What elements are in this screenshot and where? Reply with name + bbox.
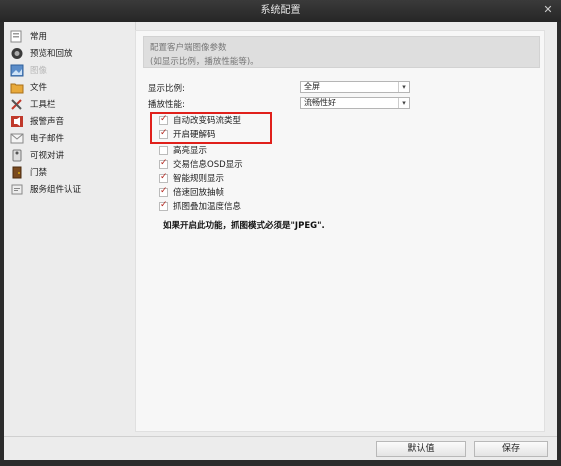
sidebar-item-preview-playback[interactable]: 预览和回放 [9, 45, 131, 61]
display-ratio-value: 全屏 [304, 82, 320, 91]
jpeg-note: 如果开启此功能，抓图模式必须是"JPEG". [163, 221, 325, 231]
title-bar: 系统配置 ✕ [0, 0, 561, 22]
window-title: 系统配置 [260, 5, 301, 16]
sidebar-item-label: 工具栏 [30, 100, 56, 110]
display-ratio-label: 显示比例: [148, 84, 185, 94]
checkbox-box[interactable] [159, 172, 168, 183]
sidebar-item-alarm-sound[interactable]: 报警声音 [9, 113, 131, 129]
access-control-icon [9, 166, 24, 179]
sidebar-item-label: 图像 [30, 66, 48, 76]
sidebar-item-video-intercom[interactable]: 可视对讲 [9, 147, 131, 163]
display-ratio-select[interactable]: 全屏 ▾ [300, 81, 410, 93]
alarm-sound-icon [9, 115, 24, 128]
sidebar-item-email[interactable]: 电子邮件 [9, 130, 131, 146]
checkbox-box[interactable] [159, 186, 168, 197]
video-intercom-icon [9, 149, 24, 162]
image-icon [9, 64, 24, 77]
sidebar-item-label: 可视对讲 [30, 151, 65, 161]
checkbox-label: 智能规则显示 [173, 174, 225, 184]
preview-playback-icon [9, 47, 24, 60]
panel-header: 配置客户端图像参数 (如显示比例，播放性能等)。 [143, 36, 540, 68]
sidebar-item-image[interactable]: 图像 [9, 62, 131, 78]
common-icon [9, 30, 24, 43]
toolbar-icon [9, 98, 24, 111]
sidebar-item-access-control[interactable]: 门禁 [9, 164, 131, 180]
checkbox-label: 抓图叠加温度信息 [173, 202, 242, 212]
checkbox-box[interactable] [159, 200, 168, 211]
checkbox-box[interactable] [159, 158, 168, 169]
sidebar-item-label: 电子邮件 [30, 134, 65, 144]
system-config-window: 系统配置 ✕ 常用 预览和回放 图像 文件 工具栏 报警声音 电子邮件 可视对讲… [0, 0, 561, 466]
sidebar-item-service-auth[interactable]: 服务组件认证 [9, 181, 131, 197]
sidebar-item-common[interactable]: 常用 [9, 28, 131, 44]
highlight-annotation-box [150, 112, 272, 144]
file-icon [9, 81, 24, 94]
close-icon[interactable]: ✕ [541, 3, 555, 17]
checkbox-highlight[interactable]: 高亮显示 [159, 144, 207, 156]
default-button[interactable]: 默认值 [376, 441, 466, 457]
checkbox-speed-frame-skip[interactable]: 倍速回放抽帧 [159, 186, 224, 198]
sidebar: 常用 预览和回放 图像 文件 工具栏 报警声音 电子邮件 可视对讲 门禁 服务组… [4, 26, 132, 430]
checkbox-capture-temperature[interactable]: 抓图叠加温度信息 [159, 200, 241, 212]
save-button[interactable]: 保存 [474, 441, 548, 457]
sidebar-item-label: 文件 [30, 83, 48, 93]
sidebar-item-label: 报警声音 [30, 117, 65, 127]
sidebar-item-file[interactable]: 文件 [9, 79, 131, 95]
checkbox-label: 倍速回放抽帧 [173, 188, 225, 198]
service-auth-icon [9, 183, 24, 196]
checkbox-trade-osd[interactable]: 交易信息OSD显示 [159, 158, 243, 170]
email-icon [9, 132, 24, 145]
playback-perf-value: 流畅性好 [304, 98, 336, 107]
checkbox-label: 交易信息OSD显示 [173, 160, 243, 170]
sidebar-item-label: 预览和回放 [30, 49, 73, 59]
chevron-down-icon[interactable]: ▾ [398, 98, 409, 108]
header-subtitle: (如显示比例，播放性能等)。 [150, 57, 259, 67]
sidebar-item-label: 服务组件认证 [30, 185, 82, 195]
checkbox-smart-rules[interactable]: 智能规则显示 [159, 172, 224, 184]
playback-perf-select[interactable]: 流畅性好 ▾ [300, 97, 410, 109]
bottom-bar: 默认值 保存 [4, 436, 557, 461]
sidebar-item-label: 门禁 [30, 168, 48, 178]
chevron-down-icon[interactable]: ▾ [398, 82, 409, 92]
sidebar-item-toolbar[interactable]: 工具栏 [9, 96, 131, 112]
playback-perf-label: 播放性能: [148, 100, 185, 110]
sidebar-item-label: 常用 [30, 32, 48, 42]
header-title: 配置客户端图像参数 [150, 43, 227, 53]
checkbox-box[interactable] [159, 145, 168, 155]
checkbox-label: 高亮显示 [173, 146, 208, 156]
